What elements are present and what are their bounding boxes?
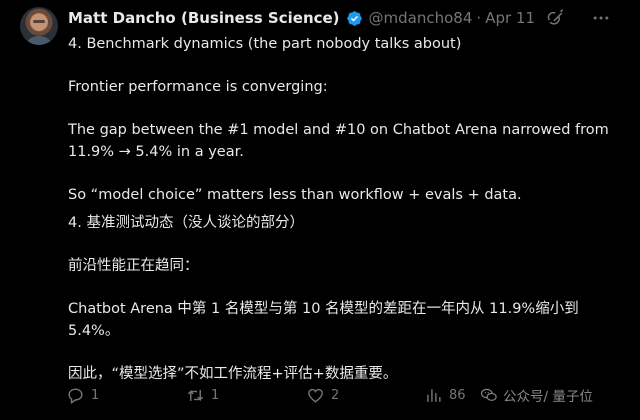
tweet-body: 4. Benchmark dynamics (the part nobody t…: [68, 33, 628, 385]
tweet-paragraph: 因此，“模型选择”不如工作流程+评估+数据重要。: [68, 366, 398, 382]
avatar-photo: [26, 14, 52, 45]
tweet-meta: @mdancho84 · Apr 11: [369, 9, 535, 27]
tweet-paragraph: 4. 基准测试动态（没人谈论的部分）: [68, 215, 304, 231]
watermark: 公众号/ 量子位: [480, 383, 593, 407]
wechat-icon: [480, 388, 497, 401]
like-icon: [308, 388, 323, 403]
tweet[interactable]: Matt Dancho (Business Science) @mdancho8…: [0, 0, 640, 420]
tweet-paragraph: 前沿性能正在趋同：: [68, 258, 199, 274]
retweet-button[interactable]: 1: [186, 383, 219, 407]
reply-count: 1: [91, 387, 100, 403]
retweet-icon: [187, 389, 204, 401]
author-handle[interactable]: @mdancho84: [369, 9, 473, 27]
verified-badge-icon: [346, 10, 363, 27]
tweet-date[interactable]: Apr 11: [485, 9, 535, 27]
reply-button[interactable]: 1: [66, 383, 99, 407]
views-button[interactable]: 86: [424, 383, 466, 407]
grok-icon[interactable]: [546, 8, 566, 28]
reply-icon: [68, 387, 83, 404]
watermark-text: 公众号/ 量子位: [503, 389, 593, 405]
tweet-header: Matt Dancho (Business Science) @mdancho8…: [68, 6, 535, 30]
tweet-paragraph: So “model choice” matters less than work…: [68, 187, 522, 203]
avatar[interactable]: [20, 7, 58, 45]
author-name[interactable]: Matt Dancho (Business Science): [68, 9, 340, 27]
views-count: 86: [449, 387, 466, 403]
tweet-paragraph: Frontier performance is converging:: [68, 79, 328, 95]
tweet-paragraph: Chatbot Arena 中第 1 名模型与第 10 名模型的差距在一年内从 …: [68, 301, 584, 339]
tweet-paragraph: 4. Benchmark dynamics (the part nobody t…: [68, 36, 462, 52]
meta-separator: ·: [476, 9, 482, 27]
retweet-count: 1: [211, 387, 220, 403]
like-button[interactable]: 2: [306, 383, 339, 407]
tweet-paragraph: The gap between the #1 model and #10 on …: [68, 122, 614, 160]
more-icon[interactable]: [590, 8, 612, 28]
views-icon: [427, 388, 441, 402]
like-count: 2: [331, 387, 340, 403]
